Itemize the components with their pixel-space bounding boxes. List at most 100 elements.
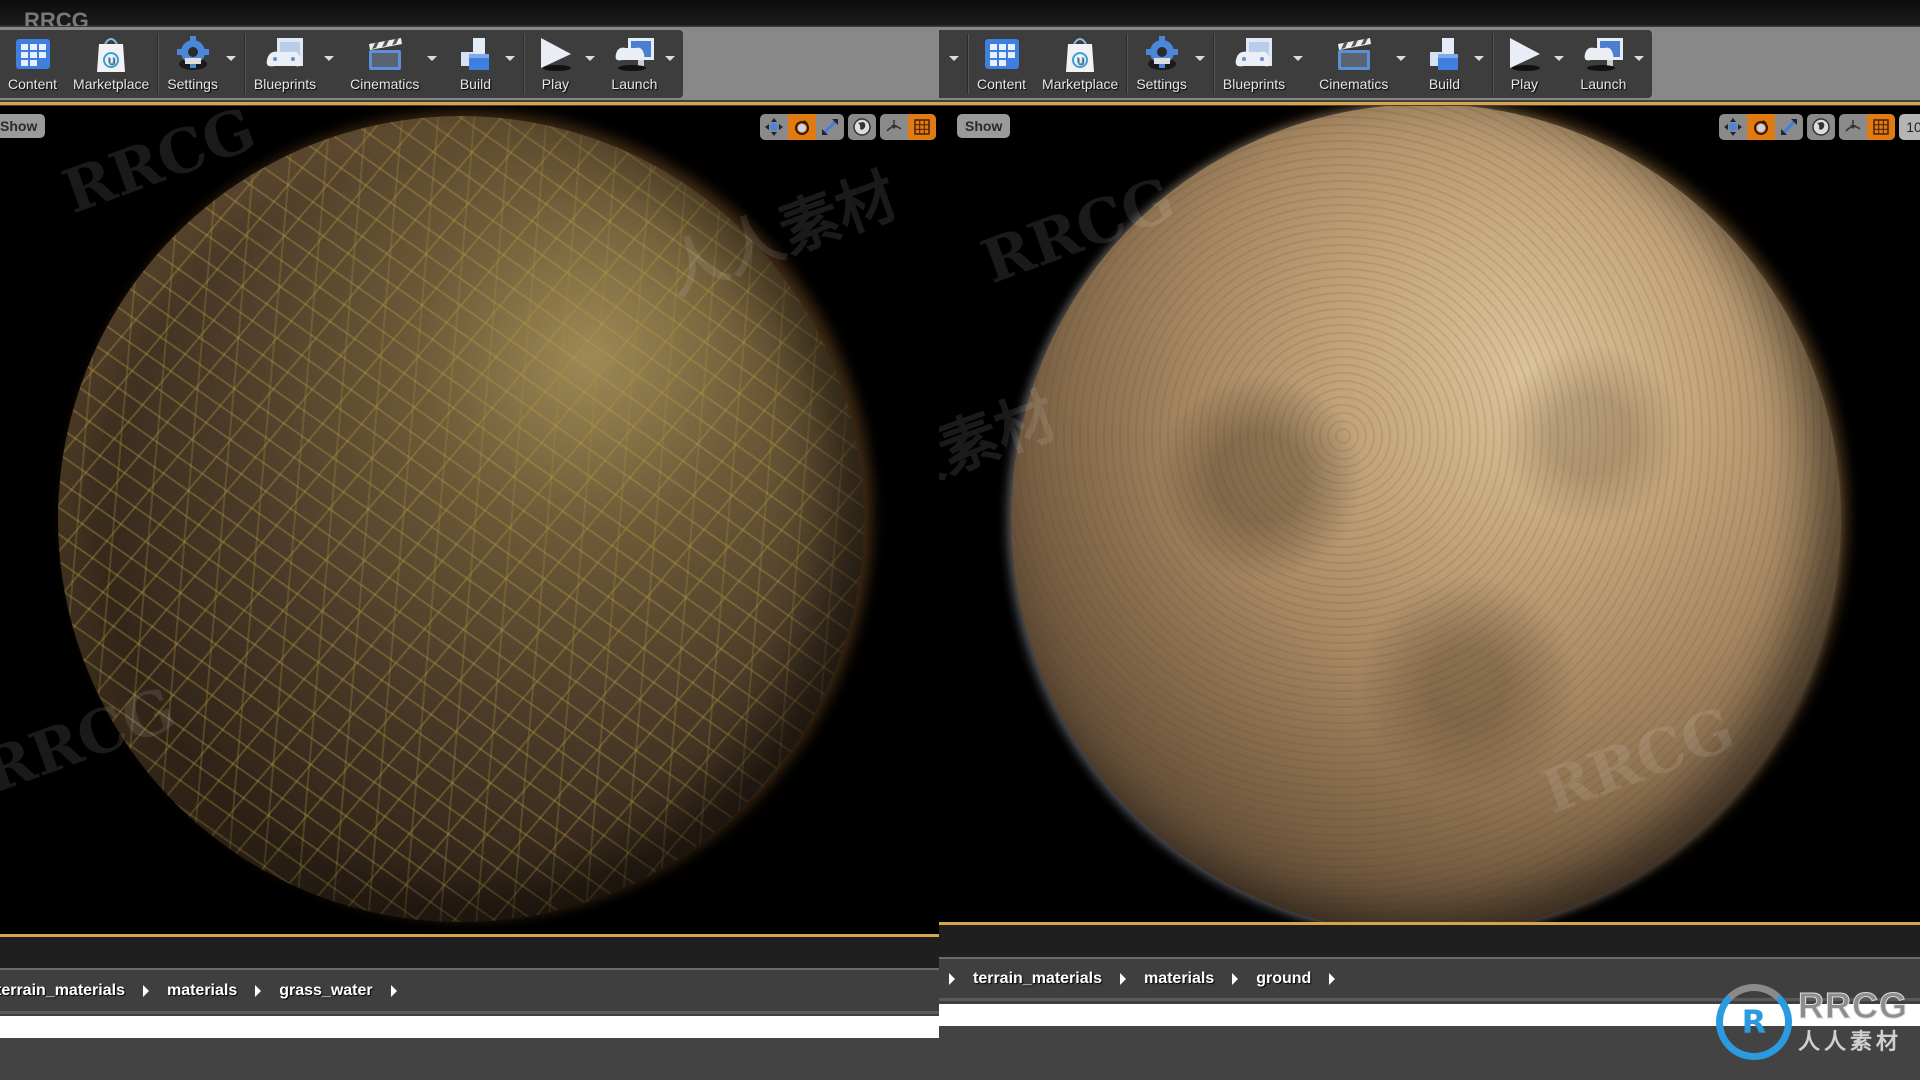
marketplace-label: Marketplace	[73, 76, 150, 92]
globe-icon[interactable]	[848, 114, 876, 140]
right-editor-panel: Content U Marketplace Settings Blueprints Cin…	[939, 0, 1920, 1080]
marketplace-button[interactable]: U Marketplace	[1034, 30, 1126, 98]
dropdown-arrow-icon[interactable]	[427, 56, 438, 61]
dropdown-arrow-icon[interactable]	[1634, 56, 1645, 61]
breadcrumb-item[interactable]: materials	[1144, 970, 1214, 988]
marketplace-label: Marketplace	[1042, 76, 1119, 92]
play-button[interactable]: Play	[525, 30, 603, 98]
toolbar-buttons: Content U Marketplace Settings Blueprints Cin…	[939, 30, 1653, 98]
build-button[interactable]: Build	[1414, 30, 1492, 98]
launch-label: Launch	[611, 76, 658, 92]
ground-material-preview-sphere	[1011, 106, 1841, 922]
blueprints-button[interactable]: Blueprints	[246, 30, 342, 98]
launch-button[interactable]: Launch	[603, 30, 683, 98]
dropdown-arrow-icon[interactable]	[505, 56, 516, 61]
launch-monitor-icon	[1581, 34, 1625, 74]
breadcrumb-item[interactable]: terrain_materials	[973, 970, 1102, 988]
translate-arrows-icon[interactable]	[760, 114, 788, 140]
dropdown-arrow-icon[interactable]	[1554, 56, 1565, 61]
surface-snap-icon[interactable]	[1839, 114, 1867, 140]
play-icon	[533, 34, 577, 74]
breadcrumb-arrow-icon[interactable]	[255, 984, 262, 997]
clapperboard-icon	[1332, 34, 1376, 74]
status-band	[939, 925, 1920, 957]
launch-label: Launch	[1580, 76, 1627, 92]
grid-size-value[interactable]: 10	[1899, 114, 1920, 140]
settings-label: Settings	[1136, 76, 1187, 92]
settings-button[interactable]: Settings	[159, 30, 244, 98]
breadcrumb-arrow-icon[interactable]	[1232, 972, 1239, 985]
translate-arrows-icon[interactable]	[1719, 114, 1747, 140]
scale-icon[interactable]	[816, 114, 844, 140]
viewport-transform-tools: 10	[1719, 114, 1920, 140]
breadcrumb-item[interactable]: grass_water	[279, 982, 372, 1000]
rotate-icon[interactable]	[788, 114, 816, 140]
breadcrumb-arrow-icon[interactable]	[949, 972, 955, 985]
content-label: Content	[977, 76, 1027, 92]
left-editor-panel: RRCG Content U Marketplace Settings Blueprin…	[0, 0, 939, 1080]
breadcrumb-arrow-icon[interactable]	[390, 984, 397, 997]
content-area	[0, 1038, 939, 1080]
dropdown-arrow-icon[interactable]	[1194, 56, 1205, 61]
build-button[interactable]: Build	[445, 30, 523, 98]
launch-button[interactable]: Launch	[1572, 30, 1652, 98]
blueprints-gamepad-icon	[1232, 34, 1276, 74]
breadcrumb-arrow-icon[interactable]	[1119, 972, 1126, 985]
settings-gear-icon	[1140, 34, 1184, 74]
play-label: Play	[1510, 76, 1539, 92]
svg-text:U: U	[1077, 56, 1084, 67]
title-strip: RRCG	[0, 0, 939, 33]
settings-gear-icon	[171, 34, 215, 74]
toolbar-buttons: Content U Marketplace Settings Blueprints Cin…	[0, 30, 684, 98]
breadcrumb-arrow-icon[interactable]	[142, 984, 149, 997]
dropdown-arrow-icon[interactable]	[1293, 56, 1304, 61]
breadcrumb-arrow-icon[interactable]	[1329, 972, 1336, 985]
content-button[interactable]: Content	[0, 30, 65, 98]
cinematics-button[interactable]: Cinematics	[342, 30, 445, 98]
cinematics-label: Cinematics	[1319, 76, 1389, 92]
main-toolbar: Content U Marketplace Settings Blueprints Cin…	[939, 26, 1920, 100]
cinematics-button[interactable]: Cinematics	[1311, 30, 1414, 98]
marketplace-button[interactable]: U Marketplace	[65, 30, 157, 98]
dropdown-arrow-icon[interactable]	[949, 56, 959, 61]
grid-icon[interactable]	[1867, 114, 1895, 140]
breadcrumb-item[interactable]: ground	[1256, 970, 1311, 988]
main-toolbar: Content U Marketplace Settings Blueprints Cin…	[0, 26, 939, 100]
viewport-transform-tools	[760, 114, 936, 140]
show-button[interactable]: Show	[957, 114, 1011, 138]
marketplace-bag-icon: U	[89, 34, 133, 74]
dropdown-arrow-icon[interactable]	[324, 56, 335, 61]
play-label: Play	[541, 76, 570, 92]
title-strip	[939, 0, 1920, 26]
viewport-tool-group	[760, 114, 844, 140]
content-button[interactable]: Content	[969, 30, 1034, 98]
dropdown-arrow-icon[interactable]	[225, 56, 236, 61]
logo-subtitle: 人人素材	[1798, 1029, 1903, 1054]
globe-icon[interactable]	[1807, 114, 1835, 140]
viewport[interactable]: Show 10 RRCG 人人素材 RRCG	[939, 106, 1920, 922]
dropdown-arrow-icon[interactable]	[1474, 56, 1485, 61]
toolbar-accent-line	[939, 102, 1920, 105]
grid-icon[interactable]	[908, 114, 936, 140]
scale-icon[interactable]	[1775, 114, 1803, 140]
settings-button[interactable]: Settings	[1128, 30, 1213, 98]
show-button[interactable]: Show	[0, 114, 46, 138]
viewport-tool-group	[848, 114, 876, 140]
rotate-icon[interactable]	[1747, 114, 1775, 140]
grass-material-preview-sphere	[58, 116, 864, 922]
blueprints-button[interactable]: Blueprints	[1215, 30, 1311, 98]
dropdown-arrow-icon[interactable]	[585, 56, 596, 61]
path-input[interactable]	[0, 1016, 939, 1038]
viewport-tool-group	[1719, 114, 1803, 140]
dropdown-arrow-icon[interactable]	[1396, 56, 1407, 61]
breadcrumb-item[interactable]: materials	[167, 982, 237, 1000]
surface-snap-icon[interactable]	[880, 114, 908, 140]
build-label: Build	[459, 76, 491, 92]
logo-title: RRCG	[1798, 985, 1908, 1026]
toolbar-clipped-button[interactable]	[939, 30, 967, 98]
viewport[interactable]: Show RRCG 人人素材 RRCG	[0, 106, 939, 934]
viewport-tool-group	[1839, 114, 1895, 140]
dropdown-arrow-icon[interactable]	[665, 56, 676, 61]
breadcrumb-item[interactable]: terrain_materials	[0, 982, 125, 1000]
play-button[interactable]: Play	[1494, 30, 1572, 98]
